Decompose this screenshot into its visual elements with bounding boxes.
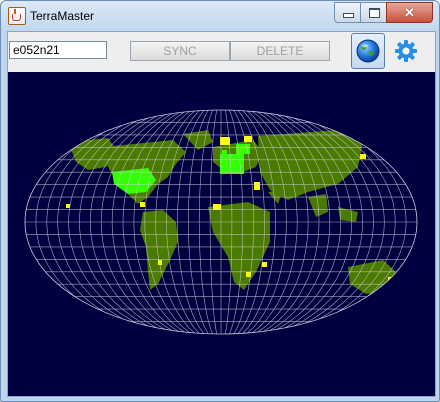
maximize-button[interactable] <box>360 2 388 23</box>
settings-button[interactable] <box>389 33 423 69</box>
sync-button[interactable]: SYNC <box>130 41 230 61</box>
java-app-icon <box>8 7 26 25</box>
maximize-icon <box>368 7 380 18</box>
globe-icon <box>356 39 380 63</box>
minimize-icon <box>342 13 354 18</box>
close-button[interactable]: ✕ <box>386 2 433 23</box>
app-window: TerraMaster ✕ SYNC DELETE <box>0 0 440 402</box>
minimize-button[interactable] <box>334 2 362 23</box>
tile-search-input[interactable] <box>9 41 107 59</box>
world-map[interactable] <box>8 72 435 396</box>
toolbar: SYNC DELETE <box>8 32 435 72</box>
globe-view-button[interactable] <box>351 33 385 69</box>
client-area: SYNC DELETE <box>7 31 436 397</box>
close-icon: ✕ <box>404 4 415 20</box>
delete-button[interactable]: DELETE <box>230 41 330 61</box>
window-title: TerraMaster <box>30 9 95 23</box>
gear-icon <box>395 40 417 62</box>
title-bar[interactable]: TerraMaster ✕ <box>1 1 439 31</box>
